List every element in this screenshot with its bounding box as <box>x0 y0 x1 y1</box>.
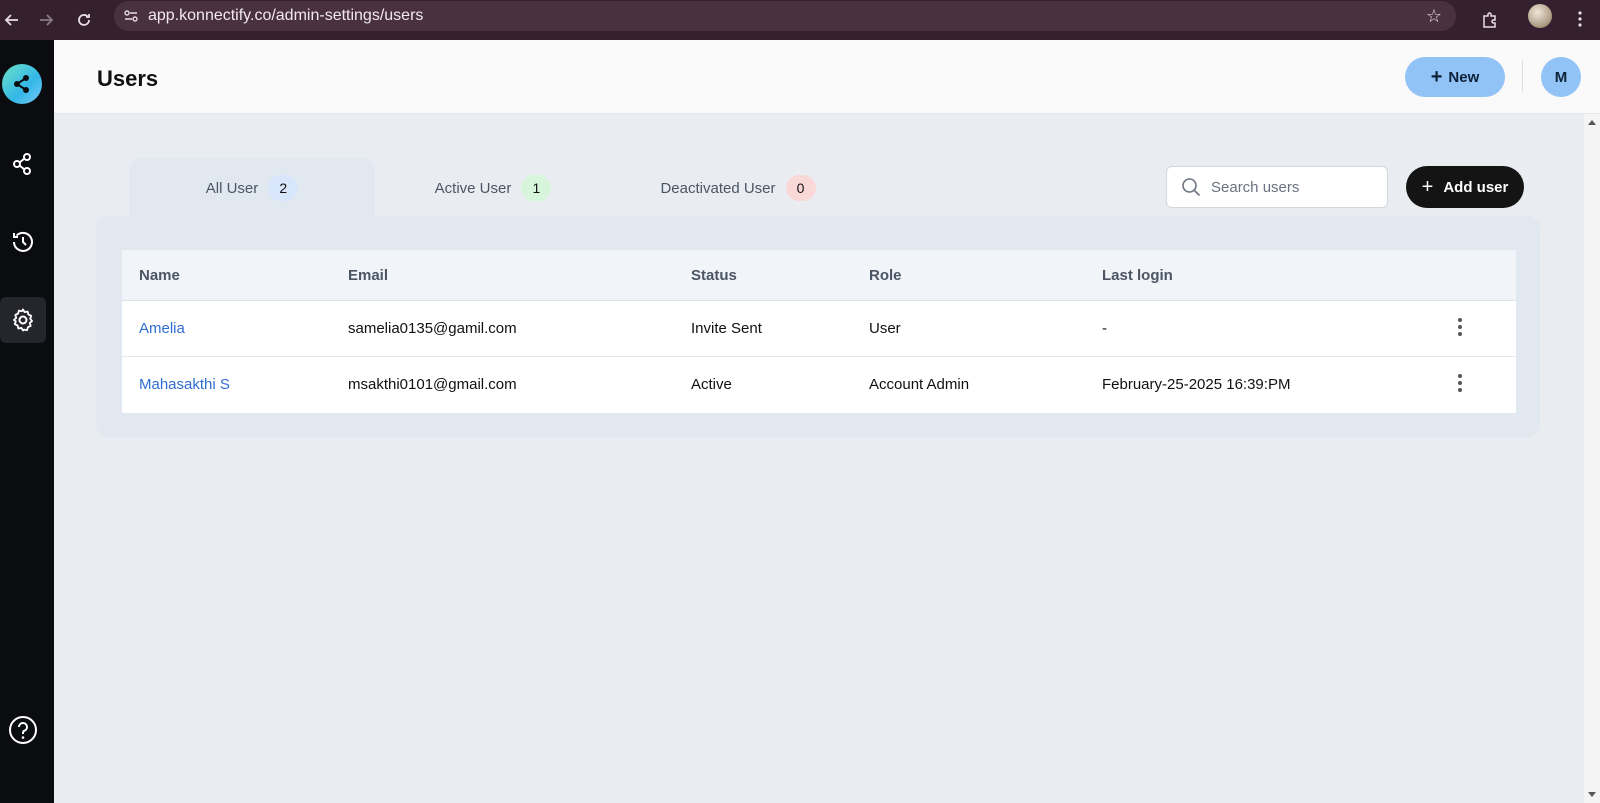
tab-active-user[interactable]: Active User 1 <box>420 158 566 218</box>
back-arrow-icon[interactable] <box>0 0 30 40</box>
count-badge: 2 <box>268 175 299 201</box>
sidebar-item-help[interactable] <box>0 707 46 753</box>
user-role: Account Admin <box>869 376 970 393</box>
address-bar[interactable]: app.konnectify.co/admin-settings/users ☆ <box>114 1 1456 31</box>
tab-label: All User <box>205 179 259 197</box>
reload-icon[interactable] <box>66 0 102 40</box>
gear-icon <box>13 308 33 332</box>
users-table: Name Email Status Role Last login Amelia… <box>122 250 1516 413</box>
page-title: Users <box>97 66 159 91</box>
count-badge: 0 <box>785 175 816 201</box>
user-role: User <box>869 320 901 337</box>
site-info-icon[interactable] <box>116 1 146 31</box>
tab-label: Deactivated User <box>660 179 776 197</box>
user-last-login: - <box>1102 320 1107 337</box>
extensions-puzzle-icon[interactable] <box>1474 4 1506 36</box>
plus-icon: + <box>1430 65 1443 88</box>
new-button[interactable]: + New <box>1405 57 1505 97</box>
tab-all-user[interactable]: All User 2 <box>129 158 375 218</box>
tab-deactivated-user[interactable]: Deactivated User 0 <box>658 158 818 218</box>
user-name-link[interactable]: Mahasakthi S <box>139 357 230 413</box>
user-avatar[interactable]: M <box>1541 57 1581 97</box>
row-menu-kebab-icon[interactable] <box>1452 315 1468 339</box>
user-email: samelia0135@gamil.com <box>348 320 517 337</box>
table-header: Name Email Status Role Last login <box>122 250 1516 301</box>
konnectify-logo-icon[interactable] <box>2 64 42 104</box>
browser-profile-avatar[interactable] <box>1528 4 1552 28</box>
new-button-label: New <box>1448 68 1480 86</box>
user-last-login: February-25-2025 16:39:PM <box>1102 376 1291 393</box>
help-circle-icon <box>9 716 37 744</box>
sidebar-item-integrations[interactable] <box>0 141 46 187</box>
forward-arrow-icon[interactable] <box>28 0 64 40</box>
tab-label: Active User <box>434 179 512 197</box>
column-header-status[interactable]: Status <box>691 250 737 301</box>
user-status: Invite Sent <box>691 320 762 337</box>
table-row: Amelia samelia0135@gamil.com Invite Sent… <box>122 301 1516 357</box>
scroll-up-arrow-icon[interactable] <box>1588 120 1596 125</box>
plus-icon: + <box>1421 175 1434 198</box>
page-header: Users + New M <box>54 40 1600 114</box>
column-header-email[interactable]: Email <box>348 250 388 301</box>
scroll-down-arrow-icon[interactable] <box>1588 792 1596 797</box>
search-box <box>1166 166 1388 208</box>
search-icon <box>1182 178 1201 197</box>
add-user-button[interactable]: + Add user <box>1406 166 1524 208</box>
add-user-label: Add user <box>1443 178 1509 196</box>
history-icon <box>13 231 33 252</box>
url-text: app.konnectify.co/admin-settings/users <box>148 7 424 24</box>
column-header-last-login[interactable]: Last login <box>1102 250 1173 301</box>
search-input[interactable] <box>1211 178 1371 196</box>
sidebar-item-history[interactable] <box>0 219 46 265</box>
sidebar <box>0 40 54 803</box>
header-divider <box>1522 60 1523 92</box>
bookmark-star-icon[interactable]: ☆ <box>1426 6 1442 27</box>
count-badge: 1 <box>521 175 552 201</box>
column-header-role[interactable]: Role <box>869 250 902 301</box>
browser-toolbar: app.konnectify.co/admin-settings/users ☆ <box>0 0 1600 40</box>
row-menu-kebab-icon[interactable] <box>1452 371 1468 395</box>
user-name-link[interactable]: Amelia <box>139 301 185 357</box>
user-email: msakthi0101@gmail.com <box>348 376 517 393</box>
column-header-name[interactable]: Name <box>139 250 180 301</box>
user-status: Active <box>691 376 732 393</box>
sidebar-item-settings[interactable] <box>0 297 46 343</box>
browser-menu-icon[interactable] <box>1568 4 1592 34</box>
table-row: Mahasakthi S msakthi0101@gmail.com Activ… <box>122 357 1516 413</box>
page-scrollbar[interactable] <box>1584 114 1600 803</box>
share-nodes-icon <box>13 153 31 175</box>
